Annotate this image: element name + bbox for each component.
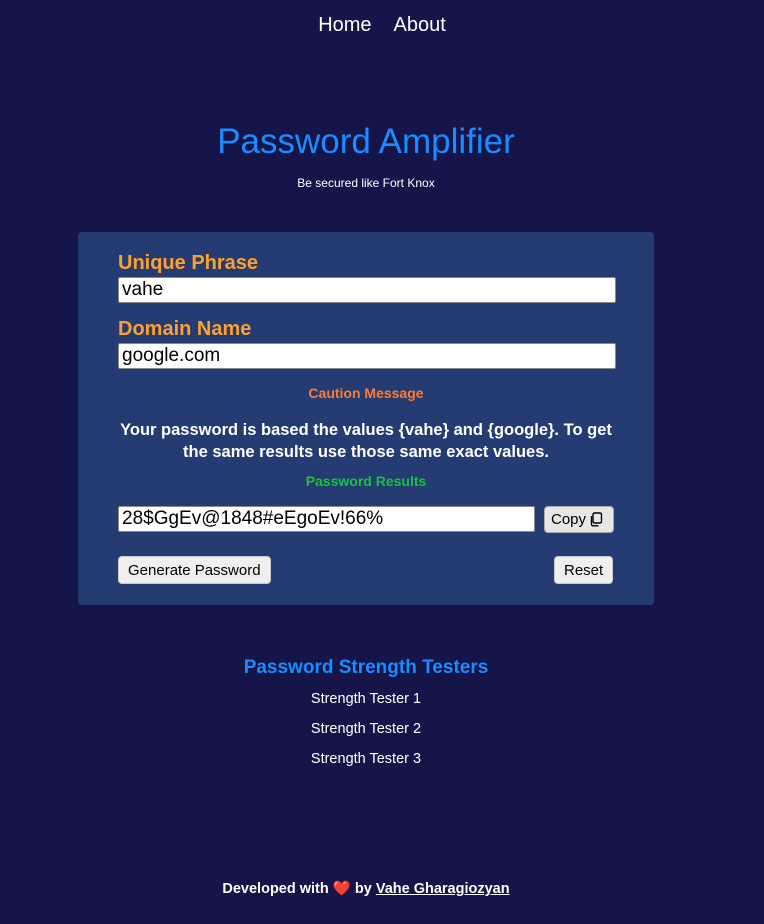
- footer: Developed with ❤️ by Vahe Gharagiozyan: [0, 880, 732, 897]
- page-title: Password Amplifier: [217, 122, 515, 161]
- generate-password-button[interactable]: Generate Password: [118, 556, 271, 584]
- strength-tester-link-1[interactable]: Strength Tester 1: [0, 691, 732, 707]
- strength-testers-title: Password Strength Testers: [243, 657, 489, 678]
- heart-icon: ❤️: [332, 881, 351, 897]
- nav-about-link[interactable]: About: [394, 14, 446, 37]
- copy-button[interactable]: Copy: [544, 506, 614, 533]
- unique-phrase-input[interactable]: [118, 277, 616, 303]
- password-form-card: Unique Phrase Domain Name Caution Messag…: [78, 232, 654, 605]
- copy-icon: [589, 512, 603, 527]
- page: Home About Password Amplifier Be secured…: [0, 0, 764, 924]
- nav-home-link[interactable]: Home: [318, 14, 371, 37]
- unique-phrase-label: Unique Phrase: [118, 252, 259, 274]
- caution-message-title: Caution Message: [308, 385, 424, 401]
- footer-prefix: Developed with: [222, 881, 329, 897]
- reset-button[interactable]: Reset: [554, 556, 614, 584]
- copy-button-label: Copy: [551, 511, 587, 528]
- domain-name-label: Domain Name: [118, 318, 252, 340]
- top-nav: Home About: [0, 14, 764, 37]
- password-result-field[interactable]: [118, 506, 535, 532]
- strength-tester-link-3[interactable]: Strength Tester 3: [0, 751, 732, 767]
- password-results-title: Password Results: [305, 473, 427, 489]
- footer-by: by: [354, 881, 372, 897]
- author-link[interactable]: Vahe Gharagiozyan: [376, 881, 510, 897]
- page-subtitle: Be secured like Fort Knox: [297, 176, 435, 190]
- domain-name-input[interactable]: [118, 343, 616, 369]
- strength-tester-link-2[interactable]: Strength Tester 2: [0, 721, 732, 737]
- caution-message-text: Your password is based the values {vahe}…: [120, 421, 612, 461]
